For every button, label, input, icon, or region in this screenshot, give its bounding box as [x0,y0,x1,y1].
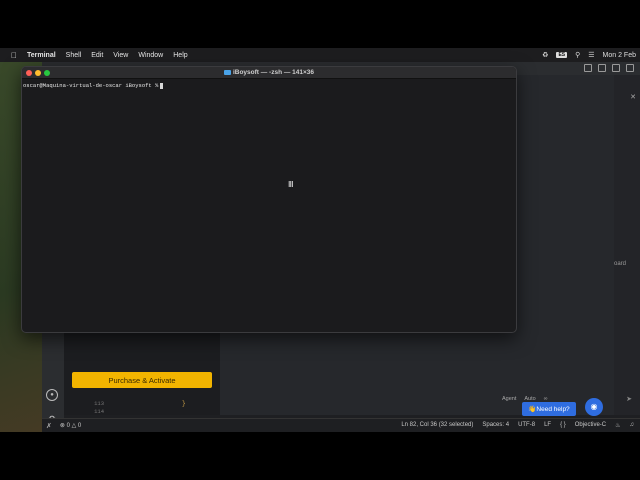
problems-indicator[interactable]: ⊗ 0 △ 0 [60,422,81,430]
account-icon[interactable]: ● [46,389,58,401]
secondary-panel: ✕ oard [614,75,640,415]
toggle-sidebar-icon[interactable] [584,64,592,72]
toggle-panel-icon[interactable] [598,64,606,72]
menu-bar:  Terminal Shell Edit View Window Help ♻… [0,48,640,62]
clipped-label: oard [614,261,627,267]
status-bar: ✗ ⊗ 0 △ 0 Ln 82, Col 36 (32 selected) Sp… [42,418,640,432]
apple-menu-icon[interactable]:  [6,51,22,60]
terminal-window[interactable]: iBoysoft — -zsh — 141×36 oscar@Maquina-v… [21,66,517,333]
menu-shell[interactable]: Shell [61,52,87,59]
folder-icon [223,69,231,75]
menu-extras: ♻ ES ⚲ ☰ Mon 2 Feb [542,51,640,60]
layout-toggles [584,64,634,72]
bell-icon[interactable]: ♫ [630,422,635,429]
send-icon[interactable]: ➤ [626,395,632,403]
line-ending[interactable]: LF [544,422,551,429]
remote-icon[interactable]: ✗ [46,422,52,430]
desktop-screen:  Terminal Shell Edit View Window Help ♻… [0,48,640,432]
terminal-titlebar[interactable]: iBoysoft — -zsh — 141×36 [22,67,516,79]
language-mode[interactable]: Objective-C [575,422,606,429]
warning-count: 0 [77,422,82,429]
ibeam-cursor-icon: Ⅲ [288,180,294,189]
input-source-badge[interactable]: ES [556,52,568,58]
code-brace: } [182,400,186,407]
menu-help[interactable]: Help [168,52,192,59]
menu-edit[interactable]: Edit [86,52,108,59]
notifications-icon[interactable]: ♨ [615,422,620,429]
control-center-icon[interactable]: ☰ [588,51,594,59]
shell-prompt-line[interactable]: oscar@Maquina-virtual-de-oscar iBoysoft … [23,82,164,89]
text-cursor [160,82,164,89]
sync-icon[interactable]: ♻ [542,51,548,59]
line-number: 114 [94,408,104,415]
menu-window[interactable]: Window [133,52,168,59]
line-number: 113 [94,400,104,407]
terminal-title: iBoysoft — -zsh — 141×36 [22,69,516,76]
close-icon[interactable]: ✕ [630,93,636,101]
search-icon[interactable]: ⚲ [575,51,580,59]
shell-prompt: oscar@Maquina-virtual-de-oscar iBoysoft … [23,82,159,89]
terminal-title-text: iBoysoft — -zsh — 141×36 [232,69,315,76]
line-gutter: 113 114 [64,400,104,416]
need-help-button[interactable]: 👋Need help? [522,402,576,416]
menu-app-terminal[interactable]: Terminal [22,52,61,59]
encoding[interactable]: UTF-8 [518,422,535,429]
menu-view[interactable]: View [108,52,133,59]
purchase-activate-button[interactable]: Purchase & Activate [72,372,212,388]
indentation[interactable]: Spaces: 4 [482,422,509,429]
clock[interactable]: Mon 2 Feb [603,52,636,59]
error-count: 0 [66,422,70,429]
chat-icon[interactable]: ◉ [585,398,603,416]
toggle-secondary-icon[interactable] [612,64,620,72]
agent-mode-select[interactable]: Agent [502,396,516,402]
braces-indicator[interactable]: { } [560,422,566,429]
cursor-position[interactable]: Ln 82, Col 36 (32 selected) [401,422,473,429]
layout-icon[interactable] [626,64,634,72]
